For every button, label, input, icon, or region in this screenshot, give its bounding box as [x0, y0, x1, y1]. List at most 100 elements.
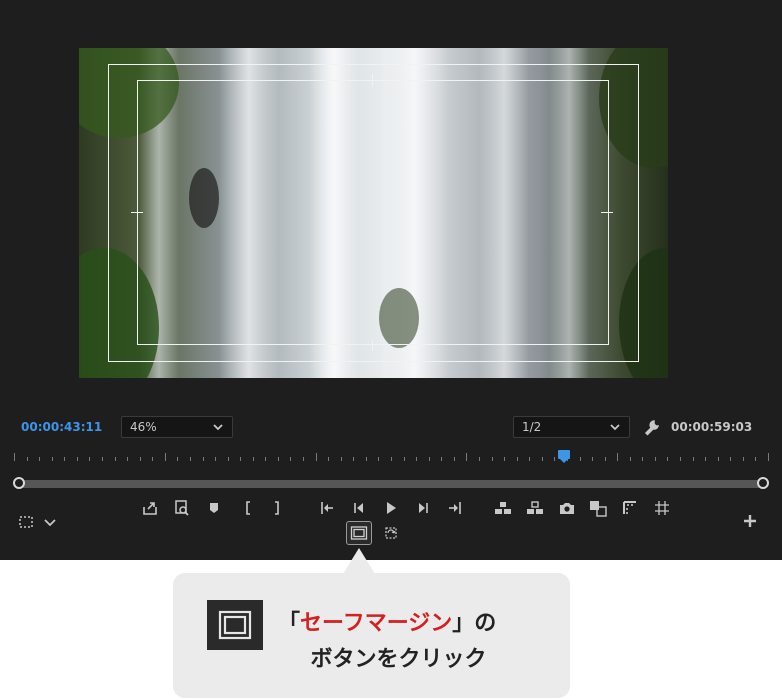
ruler-tick — [228, 457, 229, 461]
mark-out-icon[interactable] — [268, 499, 286, 517]
ruler-tick — [52, 457, 53, 461]
film-strip-icon[interactable] — [621, 499, 639, 517]
ruler-tick — [77, 457, 78, 461]
ruler-tick — [102, 457, 103, 461]
ruler-tick — [366, 457, 367, 461]
mark-in-icon[interactable] — [239, 499, 257, 517]
ruler-tick — [667, 457, 668, 461]
ruler-tick — [730, 457, 731, 461]
ruler-tick — [705, 457, 706, 461]
ruler-tick — [580, 457, 581, 461]
callout-arrow — [343, 548, 375, 574]
ruler-tick — [203, 457, 204, 461]
insert-edit-icon[interactable] — [173, 499, 191, 517]
ruler-tick — [215, 457, 216, 461]
ruler-tick — [14, 453, 15, 461]
callout-text: 「セーフマージン」の ボタンをクリック — [278, 606, 538, 678]
ruler-tick — [152, 457, 153, 461]
safe-margins-icon — [350, 524, 368, 546]
ruler-tick — [391, 457, 392, 461]
ruler-tick — [290, 457, 291, 461]
callout-close-bracket: 」の — [452, 611, 497, 636]
callout-open-bracket: 「 — [278, 611, 301, 636]
zoom-level-value: 46% — [130, 420, 157, 434]
ruler-tick — [680, 457, 681, 461]
ruler-tick — [404, 457, 405, 461]
ruler-tick — [64, 457, 65, 461]
lift-icon[interactable] — [494, 499, 512, 517]
grid-icon[interactable] — [653, 499, 671, 517]
ruler-tick — [89, 457, 90, 461]
duration-timecode: 00:00:59:03 — [671, 420, 753, 434]
ruler-tick — [517, 457, 518, 461]
ruler-tick — [253, 457, 254, 461]
playback-resolution-value: 1/2 — [522, 420, 542, 434]
ruler-tick — [743, 457, 744, 461]
ruler-tick — [718, 457, 719, 461]
ruler-tick — [429, 457, 430, 461]
extract-icon[interactable] — [526, 499, 544, 517]
go-to-in-icon[interactable] — [318, 499, 336, 517]
ruler-tick — [341, 457, 342, 461]
ruler-tick — [454, 457, 455, 461]
ruler-tick — [542, 457, 543, 461]
ruler-tick — [240, 457, 241, 461]
ruler-tick — [177, 457, 178, 461]
ruler-tick — [768, 453, 769, 461]
ruler-tick — [617, 453, 618, 461]
scroll-bar-start-handle[interactable] — [13, 477, 25, 489]
ruler-tick — [278, 457, 279, 461]
ruler-tick — [693, 457, 694, 461]
toggle-proxies-icon[interactable] — [382, 524, 400, 542]
ruler-tick — [140, 457, 141, 461]
center-mark-right — [601, 212, 613, 213]
step-back-icon[interactable] — [350, 499, 368, 517]
camera-icon[interactable] — [558, 499, 576, 517]
callout-highlight: セーフマージン — [300, 611, 453, 636]
center-mark-top — [372, 74, 373, 86]
chevron-down-icon — [212, 421, 224, 436]
compare-view-icon[interactable] — [589, 499, 607, 517]
ruler-tick — [303, 457, 304, 461]
ruler-tick — [39, 457, 40, 461]
ruler-tick — [441, 457, 442, 461]
ruler-tick — [479, 457, 480, 461]
go-to-out-icon[interactable] — [446, 499, 464, 517]
chevron-down-icon[interactable] — [41, 513, 59, 531]
ruler-tick — [115, 457, 116, 461]
playhead[interactable] — [558, 450, 570, 463]
title-safe-margin — [137, 80, 609, 345]
ruler-tick — [655, 457, 656, 461]
playback-resolution-select[interactable]: 1/2 — [513, 416, 630, 438]
ruler-tick — [605, 457, 606, 461]
scroll-bar-track[interactable] — [18, 480, 764, 488]
play-icon[interactable] — [382, 499, 400, 517]
ruler-tick — [554, 457, 555, 461]
current-timecode[interactable]: 00:00:43:11 — [21, 420, 102, 434]
ruler-tick — [316, 453, 317, 461]
time-ruler[interactable] — [14, 450, 769, 466]
ruler-tick — [190, 457, 191, 461]
ruler-tick — [265, 457, 266, 461]
ruler-tick — [529, 457, 530, 461]
ruler-tick — [165, 453, 166, 461]
ruler-tick — [755, 457, 756, 461]
add-marker-icon[interactable] — [205, 499, 223, 517]
wrench-icon[interactable] — [643, 419, 661, 437]
safe-margins-button[interactable] — [346, 521, 372, 545]
zoom-level-select[interactable]: 46% — [121, 416, 233, 438]
program-monitor-panel: 00:00:43:11 46% 1/2 00:00:59:03 — [0, 0, 782, 560]
ruler-tick — [353, 457, 354, 461]
safe-margins-icon — [207, 600, 263, 650]
selection-zoom-icon[interactable] — [17, 513, 35, 531]
ruler-tick — [642, 457, 643, 461]
ruler-tick — [328, 457, 329, 461]
chevron-down-icon — [609, 421, 621, 436]
plus-icon[interactable] — [741, 512, 759, 530]
center-mark-bottom — [372, 340, 373, 351]
step-forward-icon[interactable] — [414, 499, 432, 517]
scroll-bar-end-handle[interactable] — [757, 477, 769, 489]
center-mark-left — [131, 212, 143, 213]
export-frame-icon[interactable] — [141, 499, 159, 517]
ruler-tick — [27, 457, 28, 461]
